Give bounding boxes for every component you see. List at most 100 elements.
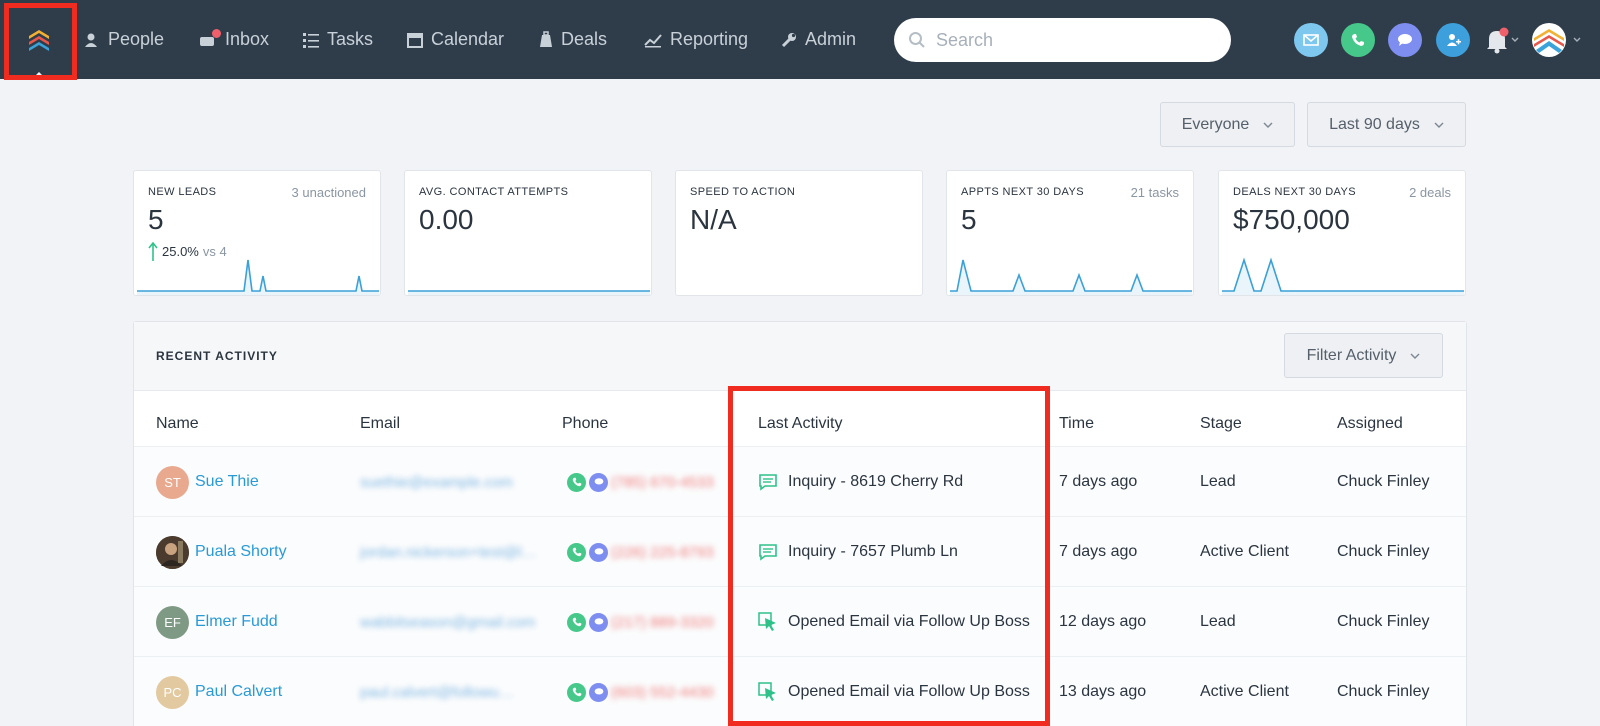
- activity-text: Opened Email via Follow Up Boss: [788, 683, 1030, 700]
- stat-label: NEW LEADS: [148, 186, 217, 198]
- email-button[interactable]: [1294, 23, 1328, 57]
- assigned-cell: Chuck Finley: [1337, 543, 1430, 560]
- email-link[interactable]: suethie@example.com: [360, 474, 513, 491]
- text-icon[interactable]: [589, 612, 608, 632]
- text-icon[interactable]: [589, 682, 608, 702]
- assigned-cell: Chuck Finley: [1337, 473, 1430, 490]
- message-icon: [759, 544, 777, 561]
- reporting-icon: [644, 33, 662, 47]
- name-cell: EF Elmer Fudd: [156, 587, 278, 657]
- call-icon[interactable]: [567, 612, 586, 632]
- notification-dot: [212, 29, 221, 38]
- nav-deals[interactable]: Deals: [539, 0, 607, 79]
- cursor-icon: [758, 612, 776, 631]
- last-activity-cell: Opened Email via Follow Up Boss: [758, 657, 1030, 726]
- name-cell: Puala Shorty: [156, 517, 287, 587]
- table-row[interactable]: ST Sue Thie suethie@example.com (785) 67…: [134, 447, 1466, 517]
- phone-number[interactable]: (217) 889-3320: [611, 614, 714, 631]
- sparkline: [1222, 257, 1464, 295]
- contact-name-link[interactable]: Elmer Fudd: [195, 613, 278, 631]
- nav-admin[interactable]: Admin: [781, 0, 856, 79]
- column-header-email[interactable]: Email: [360, 415, 400, 433]
- table-row[interactable]: EF Elmer Fudd wabbitseason@gmail.com (21…: [134, 587, 1466, 657]
- stat-label: SPEED TO ACTION: [690, 186, 796, 198]
- phone-number[interactable]: (226) 225-8793: [611, 544, 714, 561]
- column-header-stage[interactable]: Stage: [1200, 415, 1242, 433]
- table-row[interactable]: PC Paul Calvert paul.calvert@followu… (6…: [134, 657, 1466, 726]
- top-nav: People Inbox Tasks Calendar Deals Report…: [0, 0, 1600, 79]
- owner-filter-dropdown[interactable]: Everyone: [1160, 102, 1295, 147]
- column-header-time[interactable]: Time: [1059, 415, 1094, 433]
- app-logo-button[interactable]: [0, 0, 78, 79]
- phone-number[interactable]: (603) 552-4430: [611, 684, 714, 701]
- add-person-icon: [1447, 34, 1461, 46]
- column-header-phone[interactable]: Phone: [562, 415, 608, 433]
- filter-activity-dropdown[interactable]: Filter Activity: [1284, 333, 1443, 378]
- nav-reporting[interactable]: Reporting: [644, 0, 748, 79]
- stat-side-note: 21 tasks: [1130, 185, 1179, 200]
- stat-card-deals[interactable]: DEALS NEXT 30 DAYS 2 deals $750,000: [1218, 170, 1466, 296]
- column-header-assigned[interactable]: Assigned: [1337, 415, 1403, 433]
- message-icon: [759, 474, 777, 491]
- stat-value: 5: [961, 204, 977, 235]
- deals-icon: [540, 31, 552, 47]
- phone-cell: (217) 889-3320: [567, 587, 714, 657]
- date-range-dropdown[interactable]: Last 90 days: [1307, 102, 1466, 147]
- nav-label: Admin: [805, 29, 857, 49]
- stage-cell: Active Client: [1200, 543, 1289, 560]
- notifications-button[interactable]: [1481, 23, 1521, 57]
- active-caret: [32, 72, 46, 79]
- time-cell: 7 days ago: [1059, 543, 1138, 560]
- nav-calendar[interactable]: Calendar: [407, 0, 504, 79]
- call-icon[interactable]: [567, 682, 586, 702]
- call-button[interactable]: [1341, 23, 1375, 57]
- chevron-down-icon: [1573, 37, 1581, 42]
- chat-icon: [1398, 34, 1412, 46]
- phone-number[interactable]: (785) 670-4533: [611, 474, 714, 491]
- last-activity-cell: Opened Email via Follow Up Boss: [758, 587, 1030, 657]
- nav-label: Reporting: [670, 29, 749, 49]
- stat-label: DEALS NEXT 30 DAYS: [1233, 186, 1356, 198]
- stat-value: $750,000: [1233, 204, 1350, 235]
- nav-tasks[interactable]: Tasks: [303, 0, 373, 79]
- add-contact-button[interactable]: [1436, 23, 1470, 57]
- person-icon: [85, 33, 97, 47]
- email-link[interactable]: paul.calvert@followu…: [360, 684, 514, 701]
- search-input[interactable]: [936, 29, 1206, 51]
- sparkline: [950, 259, 1192, 295]
- phone-icon: [1352, 34, 1364, 46]
- user-menu-button[interactable]: [1531, 23, 1589, 57]
- email-link[interactable]: wabbitseason@gmail.com: [360, 614, 535, 631]
- call-icon[interactable]: [567, 472, 586, 492]
- search-box[interactable]: [894, 18, 1231, 62]
- last-activity-cell: Inquiry - 7657 Plumb Ln: [758, 517, 958, 587]
- contact-name-link[interactable]: Sue Thie: [195, 473, 259, 491]
- text-icon[interactable]: [589, 542, 608, 562]
- stat-card-appointments[interactable]: APPTS NEXT 30 DAYS 21 tasks 5: [946, 170, 1194, 296]
- stat-label: AVG. CONTACT ATTEMPTS: [419, 186, 569, 198]
- nav-inbox[interactable]: Inbox: [199, 0, 269, 79]
- column-header-last-activity[interactable]: Last Activity: [758, 415, 842, 433]
- time-cell: 7 days ago: [1059, 473, 1138, 490]
- contact-name-link[interactable]: Paul Calvert: [195, 683, 282, 701]
- sparkline: [137, 259, 379, 295]
- column-header-name[interactable]: Name: [156, 415, 199, 433]
- nav-people[interactable]: People: [84, 0, 164, 79]
- contact-name-link[interactable]: Puala Shorty: [195, 543, 287, 561]
- stat-card-new-leads[interactable]: NEW LEADS 3 unactioned 5 25.0% vs 4: [133, 170, 381, 296]
- text-button[interactable]: [1388, 23, 1422, 57]
- sparkline: [408, 290, 650, 295]
- call-icon[interactable]: [567, 542, 586, 562]
- activity-text: Inquiry - 7657 Plumb Ln: [788, 543, 958, 560]
- chevron-down-icon: [1410, 353, 1420, 359]
- recent-activity-panel: RECENT ACTIVITY Filter Activity Name Ema…: [133, 321, 1467, 726]
- stat-card-speed-to-action[interactable]: SPEED TO ACTION N/A: [675, 170, 923, 296]
- phone-cell: (785) 670-4533: [567, 447, 714, 517]
- email-link[interactable]: jordan.nickerson+test@l…: [360, 544, 537, 561]
- avatar-icon: [1532, 23, 1566, 57]
- wrench-icon: [781, 32, 796, 47]
- stat-card-contact-attempts[interactable]: AVG. CONTACT ATTEMPTS 0.00: [404, 170, 652, 296]
- text-icon[interactable]: [589, 472, 608, 492]
- table-row[interactable]: Puala Shorty jordan.nickerson+test@l… (2…: [134, 517, 1466, 587]
- photo-avatar-icon: [156, 535, 189, 569]
